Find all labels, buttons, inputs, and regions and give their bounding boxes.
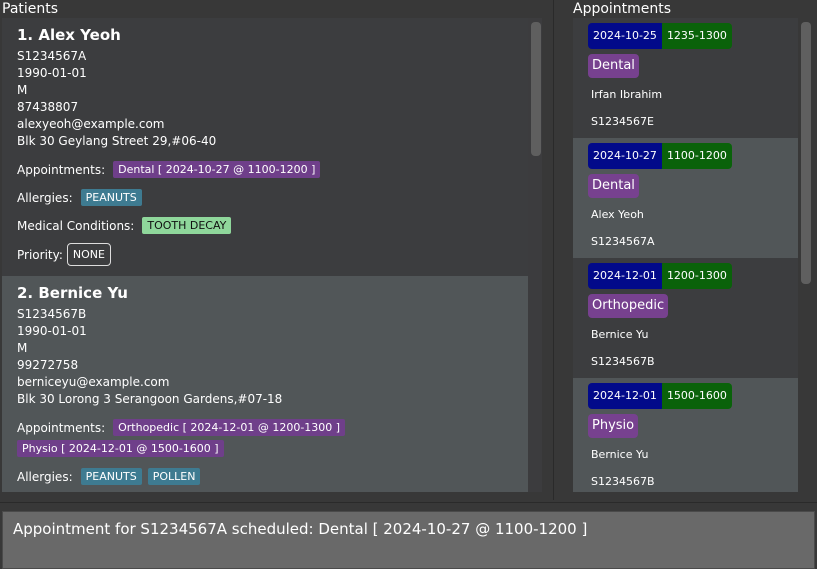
- datetime-badge: 2024-10-25 1235-1300: [588, 23, 798, 49]
- patient-nric: S1234567A: [17, 49, 87, 63]
- datetime-badge: 2024-10-27 1100-1200: [588, 143, 798, 169]
- time-badge: 1235-1300: [661, 23, 732, 49]
- appointments-row: Appointments: Dental [ 2024-10-27 @ 1100…: [17, 161, 528, 178]
- medical-conditions-label: Medical Conditions:: [17, 218, 135, 233]
- time-badge: 1500-1600: [661, 383, 732, 409]
- appointment-patient-nric: S1234567B: [591, 475, 655, 488]
- allergies-label: Allergies:: [17, 469, 73, 484]
- time-badge: 1100-1200: [661, 143, 732, 169]
- priority-row: Priority: NONE: [17, 243, 528, 266]
- appointment-type: Dental: [588, 54, 639, 78]
- appointment-patient-name: Bernice Yu: [591, 448, 649, 461]
- appointment-patient-nric: S1234567B: [591, 355, 655, 368]
- patient-name: 1. Alex Yeoh: [17, 26, 121, 44]
- patient-phone: 99272758: [17, 358, 79, 372]
- patient-sex: M: [17, 341, 28, 355]
- priority-badge: NONE: [66, 243, 111, 266]
- patient-email: alexyeoh@example.com: [17, 117, 165, 131]
- appointment-tag: Orthopedic [ 2024-12-01 @ 1200-1300 ]: [113, 419, 346, 436]
- medical-condition-tag: TOOTH DECAY: [142, 217, 232, 234]
- patient-sex: M: [17, 83, 28, 97]
- allergy-tag: PEANUTS: [80, 468, 142, 485]
- allergy-tag: POLLEN: [147, 468, 201, 485]
- priority-label: Priority:: [17, 247, 63, 262]
- allergies-row: Allergies: PEANUTS: [17, 189, 528, 206]
- datetime-badge: 2024-12-01 1200-1300: [588, 263, 798, 289]
- patient-list-scrollbar[interactable]: [531, 22, 541, 156]
- patient-list[interactable]: 1. Alex Yeoh S1234567A 1990-01-01 M 8743…: [2, 18, 542, 492]
- panel-divider-horizontal[interactable]: [0, 502, 817, 503]
- appointments-row: Appointments: Orthopedic [ 2024-12-01 @ …: [17, 419, 528, 457]
- appointment-card[interactable]: 2024-10-27 1100-1200 Dental Alex Yeoh S1…: [573, 138, 798, 258]
- appointment-tag: Dental [ 2024-10-27 @ 1100-1200 ]: [113, 161, 321, 178]
- patient-phone: 87438807: [17, 100, 79, 114]
- appointment-patient-nric: S1234567A: [591, 235, 655, 248]
- medical-conditions-row: Medical Conditions: TOOTH DECAY: [17, 217, 528, 234]
- appointment-patient-nric: S1234567E: [591, 115, 654, 128]
- allergy-tag: PEANUTS: [80, 189, 142, 206]
- appointment-patient-name: Irfan Ibrahim: [591, 88, 663, 101]
- appointments-label: Appointments:: [17, 420, 106, 435]
- result-message: Appointment for S1234567A scheduled: Den…: [13, 520, 588, 538]
- patient-name: 2. Bernice Yu: [17, 284, 128, 302]
- date-badge: 2024-10-25: [588, 23, 662, 49]
- patient-dob: 1990-01-01: [17, 324, 87, 338]
- patient-dob: 1990-01-01: [17, 66, 87, 80]
- appointments-panel-title: Appointments: [573, 1, 672, 17]
- patient-address: Blk 30 Lorong 3 Serangoon Gardens,#07-18: [17, 392, 283, 406]
- allergies-label: Allergies:: [17, 190, 73, 205]
- appointment-list[interactable]: 2024-10-25 1235-1300 Dental Irfan Ibrahi…: [573, 18, 798, 492]
- patient-address: Blk 30 Geylang Street 29,#06-40: [17, 134, 217, 148]
- appointment-card[interactable]: 2024-12-01 1500-1600 Physio Bernice Yu S…: [573, 378, 798, 492]
- appointment-patient-name: Bernice Yu: [591, 328, 649, 341]
- appointments-label: Appointments:: [17, 162, 106, 177]
- app-window: Patients Appointments 1. Alex Yeoh S1234…: [0, 0, 817, 569]
- allergies-row: Allergies: PEANUTS POLLEN: [17, 468, 528, 485]
- appointment-tag: Physio [ 2024-12-01 @ 1500-1600 ]: [17, 440, 224, 457]
- appointment-type: Physio: [588, 414, 639, 438]
- time-badge: 1200-1300: [661, 263, 732, 289]
- appointment-card[interactable]: 2024-12-01 1200-1300 Orthopedic Bernice …: [573, 258, 798, 378]
- result-display[interactable]: Appointment for S1234567A scheduled: Den…: [2, 511, 815, 569]
- patient-card[interactable]: 1. Alex Yeoh S1234567A 1990-01-01 M 8743…: [2, 18, 528, 276]
- panel-divider[interactable]: [553, 0, 554, 500]
- datetime-badge: 2024-12-01 1500-1600: [588, 383, 798, 409]
- date-badge: 2024-12-01: [588, 263, 662, 289]
- patient-nric: S1234567B: [17, 307, 87, 321]
- appointment-list-scrollbar[interactable]: [801, 22, 811, 284]
- appointment-type: Orthopedic: [588, 294, 669, 318]
- appointment-patient-name: Alex Yeoh: [591, 208, 644, 221]
- date-badge: 2024-12-01: [588, 383, 662, 409]
- patient-card[interactable]: 2. Bernice Yu S1234567B 1990-01-01 M 992…: [2, 276, 528, 492]
- appointment-card[interactable]: 2024-10-25 1235-1300 Dental Irfan Ibrahi…: [573, 18, 798, 138]
- date-badge: 2024-10-27: [588, 143, 662, 169]
- appointment-type: Dental: [588, 174, 639, 198]
- patient-email: berniceyu@example.com: [17, 375, 170, 389]
- patients-panel-title: Patients: [2, 1, 59, 17]
